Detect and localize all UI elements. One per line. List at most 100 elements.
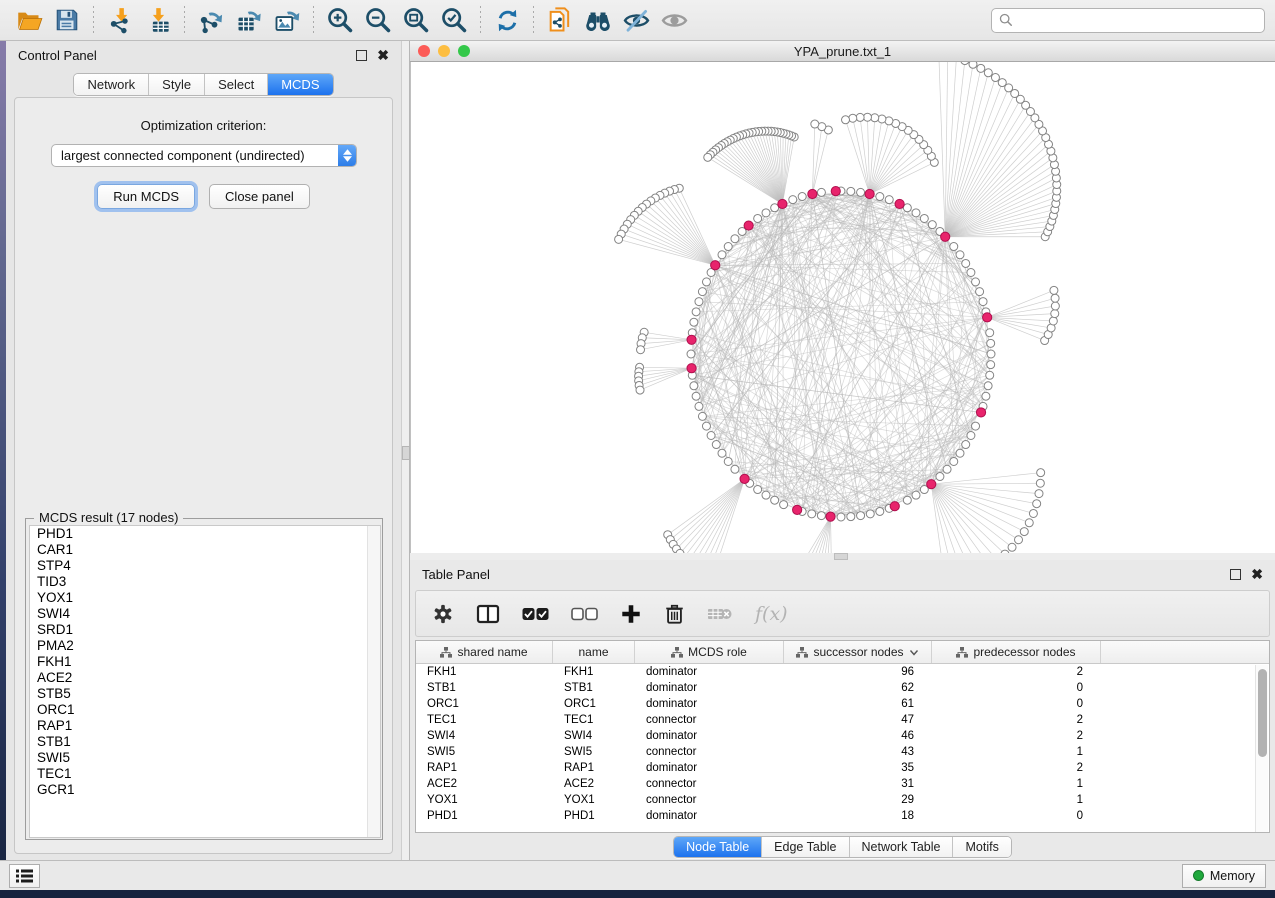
table-settings-button[interactable] <box>432 603 454 625</box>
export-image-button[interactable] <box>268 3 306 37</box>
network-node[interactable] <box>690 382 698 390</box>
network-node[interactable] <box>698 412 706 420</box>
mcds-list-scrollbar[interactable] <box>367 526 380 837</box>
network-node[interactable] <box>724 243 732 251</box>
network-node[interactable] <box>950 243 958 251</box>
network-leaf-node[interactable] <box>1050 286 1058 294</box>
hide-details-button[interactable] <box>617 3 655 37</box>
network-node[interactable] <box>972 278 980 286</box>
network-window-titlebar[interactable]: YPA_prune.txt_1 <box>410 41 1275 62</box>
network-leaf-node[interactable] <box>1037 469 1045 477</box>
network-node[interactable] <box>695 402 703 410</box>
network-node[interactable] <box>979 298 987 306</box>
network-node[interactable] <box>718 251 726 259</box>
import-table-button[interactable] <box>139 3 177 37</box>
close-panel-button[interactable]: Close panel <box>209 184 310 209</box>
network-leaf-node[interactable] <box>615 235 623 243</box>
network-node[interactable] <box>692 308 700 316</box>
mcds-result-item[interactable]: CAR1 <box>30 542 380 558</box>
network-node[interactable] <box>962 259 970 267</box>
mcds-hub-node[interactable] <box>740 474 749 483</box>
table-row[interactable]: TEC1TEC1connector472 <box>416 712 1269 728</box>
table-row[interactable]: RAP1RAP1dominator352 <box>416 760 1269 776</box>
memory-button[interactable]: Memory <box>1182 864 1266 888</box>
network-node[interactable] <box>780 501 788 509</box>
table-row[interactable]: ORC1ORC1dominator610 <box>416 696 1269 712</box>
zoom-in-button[interactable] <box>321 3 359 37</box>
control-tab-network[interactable]: Network <box>74 74 149 95</box>
network-view-canvas[interactable] <box>410 62 1275 553</box>
network-graph[interactable] <box>411 62 1275 553</box>
mcds-hub-node[interactable] <box>831 186 840 195</box>
network-node[interactable] <box>817 512 825 520</box>
network-leaf-node[interactable] <box>811 120 819 128</box>
table-row[interactable]: YOX1YOX1connector291 <box>416 792 1269 808</box>
network-leaf-node[interactable] <box>1036 479 1044 487</box>
mcds-result-item[interactable]: TID3 <box>30 574 380 590</box>
table-row[interactable]: ACE2ACE2connector311 <box>416 776 1269 792</box>
network-node[interactable] <box>847 187 855 195</box>
network-node[interactable] <box>724 457 732 465</box>
vertical-splitter[interactable] <box>401 41 410 860</box>
show-details-button[interactable] <box>655 3 693 37</box>
network-node[interactable] <box>903 496 911 504</box>
network-node[interactable] <box>987 339 995 347</box>
network-node[interactable] <box>754 214 762 222</box>
network-node[interactable] <box>885 196 893 204</box>
refresh-button[interactable] <box>488 3 526 37</box>
column-header-successor-nodes[interactable]: successor nodes <box>784 641 932 663</box>
mcds-hub-node[interactable] <box>808 189 817 198</box>
network-leaf-node[interactable] <box>1051 302 1059 310</box>
network-leaf-node[interactable] <box>991 74 999 82</box>
network-node[interactable] <box>754 486 762 494</box>
optimization-criterion-select[interactable]: largest connected component (undirected) <box>51 144 357 167</box>
network-node[interactable] <box>984 382 992 390</box>
network-node[interactable] <box>798 193 806 201</box>
delete-table-button[interactable] <box>707 606 733 622</box>
network-leaf-node[interactable] <box>842 116 850 124</box>
mcds-hub-node[interactable] <box>711 261 720 270</box>
network-node[interactable] <box>982 392 990 400</box>
network-leaf-node[interactable] <box>1049 317 1057 325</box>
network-leaf-node[interactable] <box>1029 509 1037 517</box>
table-tab-edge-table[interactable]: Edge Table <box>762 837 849 857</box>
control-tab-style[interactable]: Style <box>149 74 205 95</box>
table-panel-float-button[interactable] <box>1230 569 1241 580</box>
mcds-result-item[interactable]: PHD1 <box>30 526 380 542</box>
table-panel-close-button[interactable]: ✖ <box>1251 569 1263 580</box>
table-tab-node-table[interactable]: Node Table <box>674 837 762 857</box>
mcds-hub-node[interactable] <box>895 199 904 208</box>
table-row[interactable]: STB1STB1dominator620 <box>416 680 1269 696</box>
network-node[interactable] <box>702 278 710 286</box>
network-leaf-node[interactable] <box>998 79 1006 87</box>
zoom-selected-button[interactable] <box>435 3 473 37</box>
mcds-hub-node[interactable] <box>890 502 899 511</box>
network-node[interactable] <box>857 512 865 520</box>
network-node[interactable] <box>698 288 706 296</box>
mcds-result-item[interactable]: FKH1 <box>30 654 380 670</box>
table-scrollbar-thumb[interactable] <box>1258 669 1267 757</box>
network-leaf-node[interactable] <box>1035 490 1043 498</box>
mcds-result-item[interactable]: GCR1 <box>30 782 380 798</box>
mcds-result-item[interactable]: SWI5 <box>30 750 380 766</box>
network-leaf-node[interactable] <box>969 62 977 68</box>
column-header-predecessor-nodes[interactable]: predecessor nodes <box>932 641 1101 663</box>
share-network-button[interactable] <box>541 3 579 37</box>
network-node[interactable] <box>866 510 874 518</box>
mcds-result-item[interactable]: SWI4 <box>30 606 380 622</box>
network-node[interactable] <box>876 193 884 201</box>
table-scrollbar[interactable] <box>1255 665 1268 832</box>
network-node[interactable] <box>789 196 797 204</box>
network-node[interactable] <box>718 449 726 457</box>
network-node[interactable] <box>967 269 975 277</box>
network-leaf-node[interactable] <box>871 114 879 122</box>
splitter-grip[interactable] <box>402 446 410 460</box>
open-file-button[interactable] <box>10 3 48 37</box>
control-panel-close-button[interactable]: ✖ <box>377 50 389 61</box>
network-node[interactable] <box>817 188 825 196</box>
network-leaf-node[interactable] <box>977 64 985 72</box>
control-tab-mcds[interactable]: MCDS <box>268 74 332 95</box>
mcds-hub-node[interactable] <box>927 480 936 489</box>
network-node[interactable] <box>876 507 884 515</box>
network-node[interactable] <box>956 251 964 259</box>
